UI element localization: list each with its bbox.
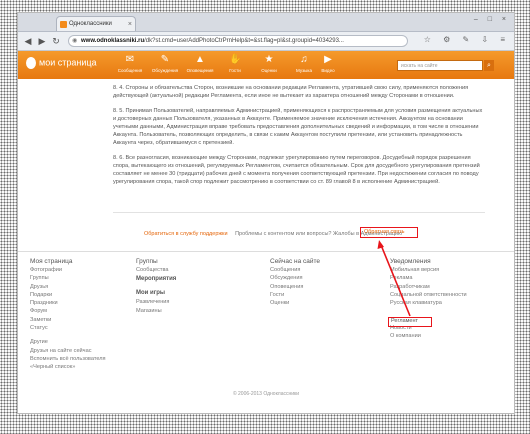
annotation-arrow bbox=[377, 240, 411, 317]
browser-window: Одноклассники × – □ × ◀ ▶ ↻ ◉ www.odnokl… bbox=[17, 12, 515, 414]
arrow-head bbox=[377, 240, 384, 249]
copyright: © 2006-2013 Одноклассники bbox=[232, 391, 300, 397]
arrow-line bbox=[380, 244, 411, 317]
